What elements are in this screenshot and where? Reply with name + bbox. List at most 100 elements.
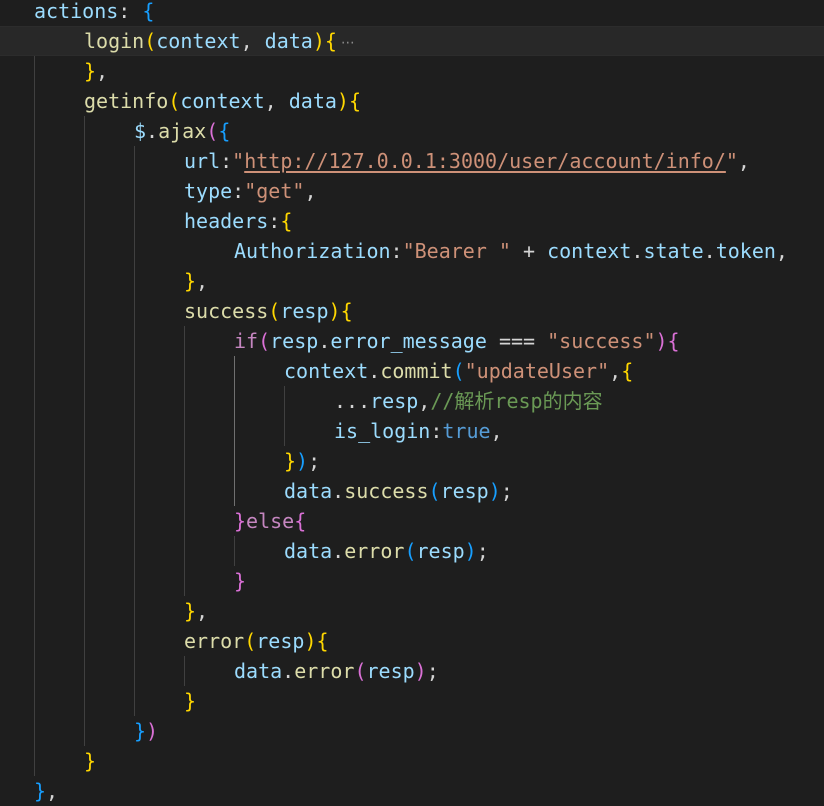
code-token: , [418, 389, 431, 413]
code-token: getinfo [84, 89, 169, 113]
code-token: Authorization [234, 239, 391, 263]
code-content: } [234, 566, 246, 596]
code-line[interactable]: if(resp.error_message === "success"){ [0, 326, 824, 356]
code-token: success [184, 299, 269, 323]
code-line[interactable]: url:"http://127.0.0.1:3000/user/account/… [0, 146, 824, 176]
code-content: url:"http://127.0.0.1:3000/user/account/… [184, 146, 750, 176]
code-token: , [775, 239, 788, 263]
code-content: data.error(resp); [234, 656, 439, 686]
code-line[interactable]: headers:{ [0, 206, 824, 236]
code-line[interactable]: } [0, 686, 824, 716]
code-token: , [304, 179, 317, 203]
code-token: data [284, 539, 333, 563]
code-token: "success" [547, 329, 656, 353]
code-line[interactable]: }, [0, 596, 824, 626]
code-token: , [490, 419, 503, 443]
code-line[interactable]: Authorization:"Bearer " + context.state.… [0, 236, 824, 266]
code-token: { [218, 119, 231, 143]
code-token: resp [270, 329, 319, 353]
code-content: is_login:true, [334, 416, 503, 446]
code-token: . [332, 539, 345, 563]
code-token: } [84, 749, 97, 773]
code-token: : [430, 419, 443, 443]
code-line[interactable]: }, [0, 266, 824, 296]
code-token: , [96, 59, 109, 83]
code-token: resp [370, 389, 419, 413]
code-token: //解析resp的内容 [430, 389, 603, 413]
code-token: is_login [334, 419, 431, 443]
code-token: resp [366, 659, 415, 683]
code-editor[interactable]: actions: {login(context, data){⋯}, getinf… [0, 0, 824, 803]
code-token: } [134, 719, 147, 743]
code-token: ( [268, 299, 281, 323]
code-token: { [142, 0, 155, 23]
code-token: ) [488, 479, 501, 503]
code-line[interactable]: }) [0, 716, 824, 746]
code-line[interactable]: }, [0, 56, 824, 86]
code-token: . [368, 359, 381, 383]
code-token: "get" [244, 179, 305, 203]
code-token: context [547, 239, 632, 263]
code-token: { [280, 209, 293, 233]
code-line[interactable]: context.commit("updateUser",{ [0, 356, 824, 386]
code-line[interactable]: getinfo(context, data){ [0, 86, 824, 116]
code-line[interactable]: is_login:true, [0, 416, 824, 446]
code-content: } [184, 686, 196, 716]
code-token: "Bearer " [402, 239, 511, 263]
code-line[interactable]: ...resp,//解析resp的内容 [0, 386, 824, 416]
code-content: login(context, data){⋯ [84, 27, 355, 55]
code-line[interactable]: data.error(resp); [0, 536, 824, 566]
code-token: $ [134, 119, 147, 143]
code-token: } [34, 779, 47, 803]
code-token: === [486, 329, 548, 353]
code-content: context.commit("updateUser",{ [284, 356, 633, 386]
code-content: actions: { [34, 0, 154, 26]
code-line[interactable]: } [0, 746, 824, 776]
code-token: " [725, 149, 738, 173]
code-line[interactable]: data.error(resp); [0, 656, 824, 686]
code-token: headers [184, 209, 269, 233]
code-line[interactable]: }); [0, 446, 824, 476]
code-token: "updateUser" [464, 359, 610, 383]
code-token: actions [34, 0, 119, 23]
code-token: ) [312, 29, 325, 53]
code-token: error_message [330, 329, 487, 353]
code-content: }) [134, 716, 158, 746]
code-line[interactable]: type:"get", [0, 176, 824, 206]
code-token: , [609, 359, 622, 383]
code-line[interactable]: }else{ [0, 506, 824, 536]
code-content: data.success(resp); [284, 476, 513, 506]
code-token: ; [500, 479, 513, 503]
code-line[interactable]: } [0, 566, 824, 596]
code-content: }, [184, 266, 208, 296]
code-token: . [146, 119, 159, 143]
code-token: , [46, 779, 59, 803]
code-line[interactable]: actions: { [0, 0, 824, 26]
ellipsis-icon[interactable]: ⋯ [341, 33, 355, 53]
code-content: ...resp,//解析resp的内容 [334, 386, 603, 416]
code-line[interactable]: $.ajax({ [0, 116, 824, 146]
code-content: error(resp){ [184, 626, 329, 656]
code-token: ) [464, 539, 477, 563]
url-link[interactable]: http://127.0.0.1:3000/user/account/info/ [244, 149, 726, 173]
code-token: { [621, 359, 634, 383]
code-token: } [284, 449, 297, 473]
code-token: success [344, 479, 429, 503]
code-token: type [184, 179, 233, 203]
code-line[interactable]: success(resp){ [0, 296, 824, 326]
code-token: ( [354, 659, 367, 683]
code-token: : [268, 209, 281, 233]
code-token: commit [380, 359, 453, 383]
code-token: ; [308, 449, 321, 473]
code-token: ( [452, 359, 465, 383]
code-line-current[interactable]: login(context, data){⋯ [0, 26, 824, 56]
code-token: } [234, 569, 247, 593]
code-token: ( [404, 539, 417, 563]
code-content: }else{ [234, 506, 306, 536]
code-content: headers:{ [184, 206, 292, 236]
code-token: if [234, 329, 259, 353]
code-line[interactable]: data.success(resp); [0, 476, 824, 506]
code-line[interactable]: error(resp){ [0, 626, 824, 656]
code-token: ) [336, 89, 349, 113]
code-token: } [184, 599, 197, 623]
